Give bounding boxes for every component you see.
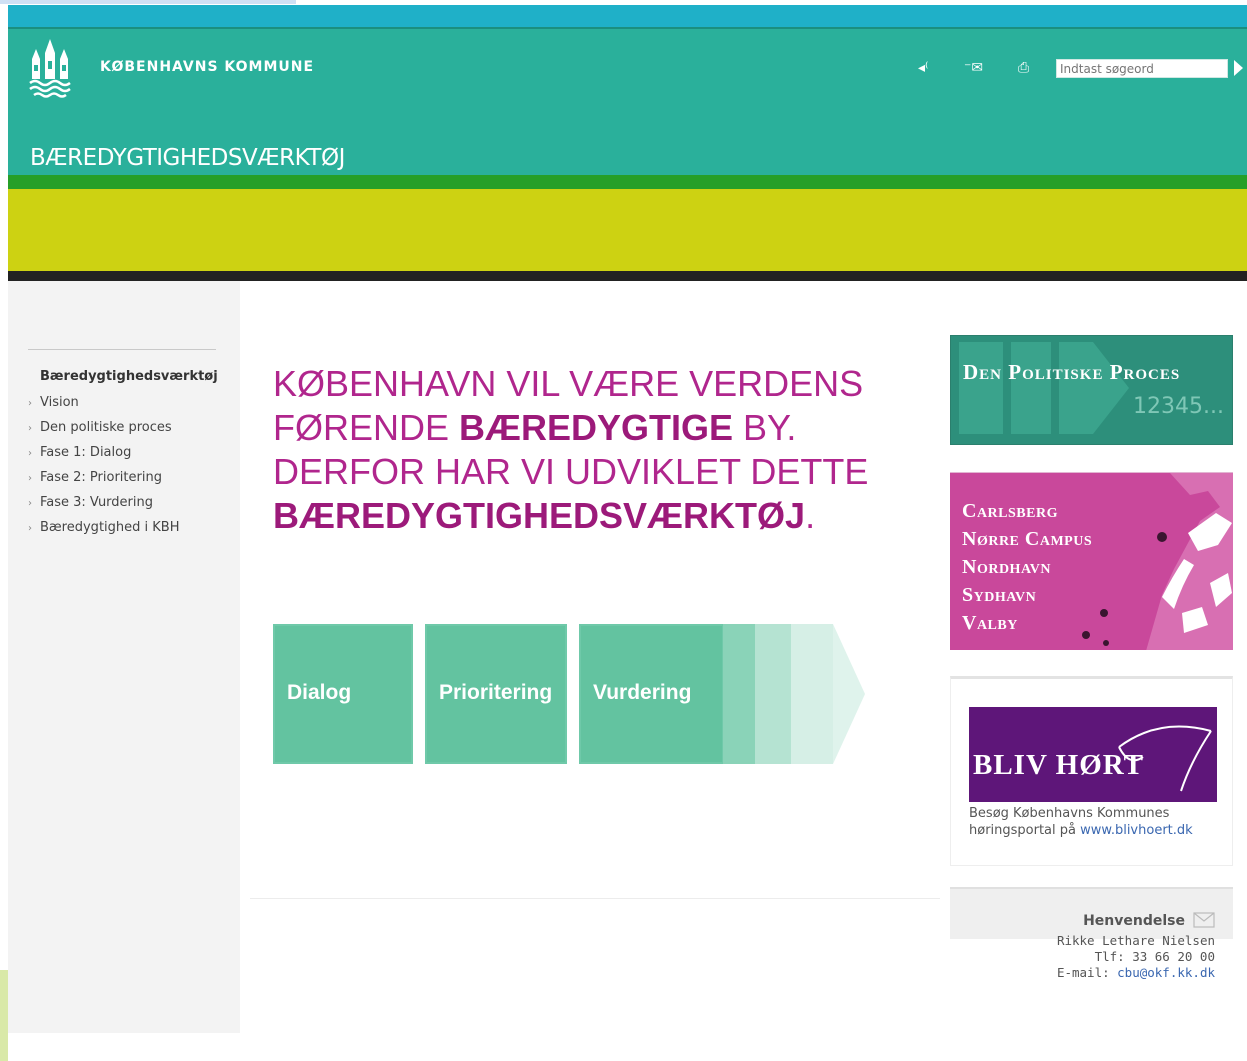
ghost-segment bbox=[1059, 342, 1093, 434]
site-title[interactable]: BÆREDYGTIGHEDSVÆRKTØJ bbox=[30, 145, 345, 171]
ghost-segment bbox=[959, 342, 1003, 434]
headline-text: FØRENDE bbox=[273, 407, 460, 448]
political-process-title: Den Politiske Proces bbox=[963, 360, 1181, 384]
headline: KØBENHAVN VIL VÆRE VERDENS FØRENDE BÆRED… bbox=[273, 362, 893, 538]
copenhagen-coat-of-arms-logo[interactable] bbox=[28, 35, 72, 101]
hearing-link[interactable]: www.blivhoert.dk bbox=[1080, 823, 1193, 838]
bliv-hoert-banner[interactable]: BLIV HØRT bbox=[969, 707, 1217, 802]
headline-line: DERFOR HAR VI UDVIKLET DETTE bbox=[273, 451, 869, 492]
ghost-arrow-icon bbox=[1093, 342, 1129, 434]
city-areas-box[interactable]: Carlsberg Nørre Campus Nordhavn Sydhavn … bbox=[950, 472, 1233, 650]
area-item[interactable]: Sydhavn bbox=[962, 581, 1092, 609]
bliv-hoert-text: BLIV HØRT bbox=[973, 749, 1145, 781]
arrow-head-icon bbox=[833, 624, 865, 764]
contact-email-link[interactable]: cbu@okf.kk.dk bbox=[1117, 965, 1215, 980]
contact-box: Henvendelse Rikke Lethare Nielsen Tlf: 3… bbox=[950, 887, 1233, 987]
city-map-icon bbox=[1082, 473, 1233, 650]
area-item[interactable]: Carlsberg bbox=[962, 497, 1092, 525]
chevron-right-icon: › bbox=[28, 473, 32, 484]
headline-line: BÆREDYGTIGHEDSVÆRKTØJ. bbox=[273, 494, 893, 538]
search-submit-arrow-icon[interactable] bbox=[1234, 60, 1243, 76]
contact-email-line: E-mail: cbu@okf.kk.dk bbox=[1057, 965, 1215, 981]
headline-emphasis: BÆREDYGTIGHEDSVÆRKTØJ bbox=[273, 495, 806, 536]
site-header: KØBENHAVNS KOMMUNE BÆREDYGTIGHEDSVÆRKTØJ… bbox=[8, 27, 1247, 175]
print-icon[interactable]: ⎙ bbox=[1018, 59, 1029, 77]
dark-band bbox=[8, 271, 1247, 281]
sidebar-item-label: Bæredygtighed i KBH bbox=[40, 520, 180, 535]
header-tools: ◂⁽ ⁻✉ ⎙ bbox=[918, 59, 1247, 81]
chevron-right-icon: › bbox=[28, 448, 32, 459]
arrow-fade-segment bbox=[755, 624, 791, 764]
area-item[interactable]: Valby bbox=[962, 609, 1092, 637]
sidebar-item-label: Fase 1: Dialog bbox=[40, 445, 132, 460]
chevron-right-icon: › bbox=[28, 523, 32, 534]
chevron-right-icon: › bbox=[28, 398, 32, 409]
top-cyan-bar bbox=[8, 5, 1247, 27]
browser-tab-strip bbox=[0, 0, 296, 4]
sidebar-item-label: Den politiske proces bbox=[40, 420, 172, 435]
step-dialog[interactable]: Dialog bbox=[273, 624, 413, 764]
chevron-right-icon: › bbox=[28, 423, 32, 434]
yellow-band bbox=[8, 189, 1247, 271]
contact-details: Rikke Lethare Nielsen Tlf: 33 66 20 00 E… bbox=[1057, 933, 1215, 981]
hearing-description: Besøg Københavns Kommunes høringsportal … bbox=[969, 805, 1229, 839]
headline-text: BY. bbox=[733, 407, 797, 448]
page: KØBENHAVNS KOMMUNE BÆREDYGTIGHEDSVÆRKTØJ… bbox=[0, 0, 1247, 1061]
contact-phone: Tlf: 33 66 20 00 bbox=[1094, 949, 1215, 964]
political-process-box[interactable]: Den Politiske Proces 12345... bbox=[950, 335, 1233, 445]
headline-text: . bbox=[805, 495, 816, 536]
arrow-fade-segment bbox=[723, 624, 755, 764]
arrow-fade-segment bbox=[791, 624, 833, 764]
process-steps: Dialog Prioritering Vurdering bbox=[273, 624, 873, 766]
left-accent bbox=[0, 970, 8, 1061]
city-areas-list: Carlsberg Nørre Campus Nordhavn Sydhavn … bbox=[962, 497, 1092, 637]
sidebar-item-sustainability-kbh[interactable]: › Bæredygtighed i KBH bbox=[28, 520, 179, 545]
content-divider bbox=[250, 898, 940, 899]
speaker-icon[interactable]: ◂⁽ bbox=[918, 59, 928, 77]
sidebar-item-phase1[interactable]: › Fase 1: Dialog bbox=[28, 445, 179, 470]
headline-line: FØRENDE BÆREDYGTIGE BY. bbox=[273, 406, 893, 450]
sidebar-item-phase3[interactable]: › Fase 3: Vurdering bbox=[28, 495, 179, 520]
sidebar-item-label: Fase 3: Vurdering bbox=[40, 495, 154, 510]
sidebar-item-phase2[interactable]: › Fase 2: Prioritering bbox=[28, 470, 179, 495]
search-input[interactable] bbox=[1056, 59, 1228, 78]
envelope-icon[interactable] bbox=[1193, 912, 1215, 928]
headline-emphasis: BÆREDYGTIGE bbox=[459, 407, 734, 448]
contact-email-label: E-mail: bbox=[1056, 965, 1118, 980]
sidebar-nav: › Vision › Den politiske proces › Fase 1: D… bbox=[28, 395, 179, 545]
sidebar: Bæredygtighedsværktøj › Vision › Den polit… bbox=[8, 281, 240, 1033]
green-band bbox=[8, 175, 1247, 189]
sidebar-title[interactable]: Bæredygtighedsværktøj bbox=[40, 369, 218, 384]
sidebar-divider bbox=[28, 349, 216, 350]
step-prioritering[interactable]: Prioritering bbox=[425, 624, 567, 764]
contact-name: Rikke Lethare Nielsen bbox=[1056, 933, 1215, 948]
ghost-segment bbox=[1011, 342, 1051, 434]
org-name[interactable]: KØBENHAVNS KOMMUNE bbox=[100, 59, 314, 75]
chevron-right-icon: › bbox=[28, 498, 32, 509]
contact-heading: Henvendelse bbox=[1083, 913, 1185, 929]
mail-icon[interactable]: ⁻✉ bbox=[964, 59, 983, 77]
hearing-portal-box: BLIV HØRT Besøg Københavns Kommunes høri… bbox=[950, 676, 1233, 866]
step-vurdering[interactable]: Vurdering bbox=[579, 624, 724, 764]
area-item[interactable]: Nordhavn bbox=[962, 553, 1092, 581]
sidebar-item-vision[interactable]: › Vision bbox=[28, 395, 179, 420]
headline-line: KØBENHAVN VIL VÆRE VERDENS bbox=[273, 363, 864, 404]
sidebar-item-label: Vision bbox=[40, 395, 79, 410]
area-item[interactable]: Nørre Campus bbox=[962, 525, 1092, 553]
sidebar-item-political-process[interactable]: › Den politiske proces bbox=[28, 420, 179, 445]
sidebar-item-label: Fase 2: Prioritering bbox=[40, 470, 162, 485]
political-process-digits: 12345... bbox=[1133, 394, 1224, 419]
